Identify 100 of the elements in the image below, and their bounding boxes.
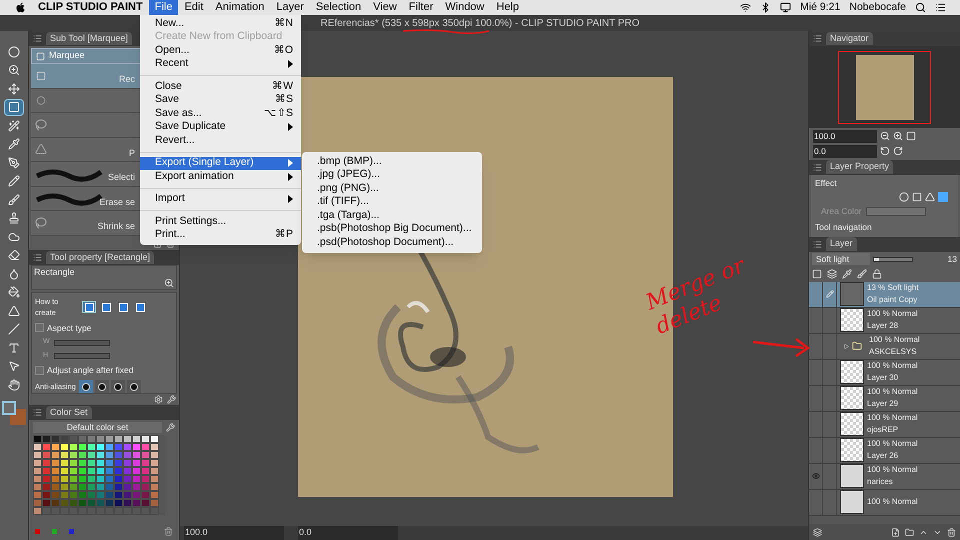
- anti-aliasing-button[interactable]: [95, 380, 109, 393]
- layer-row[interactable]: 100 % Normal Layer 26: [809, 438, 960, 464]
- menu-entry[interactable]: Save ⌘S: [140, 94, 301, 107]
- menu-entry[interactable]: New... ⌘N: [140, 17, 301, 30]
- panel-tab[interactable]: Sub Tool [Marquee]: [46, 32, 132, 46]
- layers-icon[interactable]: [827, 269, 837, 279]
- pencil-icon[interactable]: [826, 290, 834, 298]
- opacity-value[interactable]: 13: [948, 252, 957, 266]
- layer-color-icon[interactable]: [938, 192, 948, 202]
- app-name[interactable]: CLIP STUDIO PAINT: [38, 0, 143, 16]
- tool-button[interactable]: [4, 98, 24, 116]
- zoom-in-icon[interactable]: [893, 131, 903, 142]
- panel-tab[interactable]: Tool property [Rectangle]: [46, 250, 154, 264]
- threshold-effect-icon[interactable]: [925, 192, 935, 202]
- settings-icon[interactable]: [154, 395, 163, 404]
- panel-tab[interactable]: Layer Property: [826, 160, 894, 174]
- bluetooth-icon[interactable]: [760, 2, 772, 13]
- color-swatch-icon[interactable]: [52, 529, 57, 534]
- reference-icon[interactable]: [842, 269, 852, 279]
- menu-entry[interactable]: .bmp (BMP)...: [302, 155, 482, 168]
- draft-icon[interactable]: [857, 269, 867, 279]
- fit-icon[interactable]: [906, 131, 916, 142]
- search-icon[interactable]: [915, 2, 926, 13]
- layer-row[interactable]: 100 % Normal: [809, 490, 960, 516]
- layer-row[interactable]: 100 % Normal Layer 29: [809, 386, 960, 412]
- rotate-left-icon[interactable]: [880, 146, 890, 156]
- panel-tab[interactable]: Color Set: [46, 406, 92, 420]
- menu-item[interactable]: View: [367, 0, 403, 15]
- apple-icon[interactable]: [15, 2, 26, 13]
- checkbox[interactable]: [35, 323, 44, 332]
- layer-row[interactable]: 100 % Normal ASKCELSYS: [809, 334, 960, 360]
- menu-entry[interactable]: .tif (TIFF)...: [302, 196, 482, 209]
- border-effect-icon[interactable]: [899, 192, 909, 202]
- rotate-right-icon[interactable]: [893, 146, 903, 156]
- create-mode-button[interactable]: [99, 301, 113, 314]
- wrench-icon[interactable]: [167, 395, 176, 404]
- menu-item[interactable]: Layer: [270, 0, 310, 15]
- eye-icon[interactable]: [812, 472, 820, 480]
- menu-item[interactable]: Selection: [310, 0, 368, 15]
- create-mode-button[interactable]: [82, 301, 96, 314]
- menu-entry[interactable]: .jpg (JPEG)...: [302, 168, 482, 182]
- user-name[interactable]: Nobebocafe: [849, 0, 906, 16]
- color-swatch-icon[interactable]: [69, 529, 74, 534]
- zoom-icon[interactable]: [164, 278, 174, 288]
- rotation-field[interactable]: 0.0: [813, 144, 877, 158]
- color-swatch-grid[interactable]: [33, 435, 165, 515]
- anti-aliasing-button[interactable]: [111, 380, 125, 393]
- menu-item[interactable]: Edit: [178, 0, 210, 15]
- color-swatch-icon[interactable]: [35, 529, 40, 534]
- color-icon[interactable]: [812, 269, 822, 279]
- menu-item[interactable]: File: [148, 0, 178, 15]
- color-swatch-drawing[interactable]: [2, 400, 26, 426]
- menu-entry[interactable]: .psb(Photoshop Big Document)...: [302, 222, 482, 236]
- panel-menu-icon[interactable]: [33, 408, 42, 417]
- rotation-field[interactable]: 0.0: [298, 526, 398, 540]
- zoom-out-icon[interactable]: [880, 131, 890, 142]
- height-field[interactable]: [54, 353, 110, 359]
- panel-menu-icon[interactable]: [33, 253, 42, 262]
- menu-entry[interactable]: Export (Single Layer): [140, 156, 301, 170]
- menu-icon[interactable]: [935, 2, 946, 13]
- create-mode-button[interactable]: [116, 301, 130, 314]
- panel-menu-icon[interactable]: [813, 162, 822, 172]
- layer-row[interactable]: 100 % Normal Layer 28: [809, 308, 960, 334]
- panel-tab[interactable]: Layer: [826, 237, 857, 251]
- panel-tab[interactable]: Navigator: [826, 32, 873, 46]
- opacity-slider[interactable]: [873, 256, 913, 262]
- clock[interactable]: Mié 9:21: [800, 0, 840, 16]
- color-set-dropdown[interactable]: Default color set: [33, 422, 162, 433]
- create-mode-button[interactable]: [133, 301, 147, 314]
- menu-item[interactable]: Animation: [209, 0, 270, 15]
- zoom-field[interactable]: 100.0: [813, 130, 877, 143]
- menu-entry[interactable]: .tga (Targa)...: [302, 209, 482, 222]
- menu-entry[interactable]: .psd(Photoshop Document)...: [302, 236, 482, 250]
- menu-entry[interactable]: .png (PNG)...: [302, 182, 482, 196]
- width-field[interactable]: [54, 340, 110, 346]
- navigator-preview[interactable]: [809, 46, 960, 128]
- layer-row[interactable]: 100 % Normal narices: [809, 464, 960, 490]
- layers-icon[interactable]: [813, 528, 822, 536]
- panel-menu-icon[interactable]: [813, 34, 822, 43]
- new-layer-icon[interactable]: [891, 528, 900, 536]
- menu-entry[interactable]: Save Duplicate: [140, 120, 301, 134]
- new-folder-icon[interactable]: [905, 528, 914, 536]
- anti-aliasing-button[interactable]: [127, 380, 141, 393]
- area-color-field[interactable]: [866, 207, 926, 216]
- anti-aliasing-button[interactable]: [79, 380, 93, 393]
- expand-icon[interactable]: [844, 344, 849, 348]
- lock-icon[interactable]: [872, 269, 882, 279]
- panel-menu-icon[interactable]: [813, 240, 822, 248]
- tone-effect-icon[interactable]: [912, 192, 922, 202]
- layer-row[interactable]: 100 % Normal Layer 30: [809, 360, 960, 386]
- layer-row[interactable]: 100 % Normal ojosREP: [809, 412, 960, 438]
- menu-item[interactable]: Filter: [402, 0, 440, 15]
- menu-item[interactable]: Window: [439, 0, 490, 15]
- trash-icon[interactable]: [164, 527, 173, 536]
- wrench-icon[interactable]: [166, 423, 175, 432]
- panel-menu-icon[interactable]: [33, 34, 42, 43]
- zoom-field[interactable]: 100.0: [184, 526, 284, 540]
- menu-entry[interactable]: Save as... ⌥⇧S: [140, 107, 301, 120]
- blend-mode-dropdown[interactable]: Soft light: [812, 252, 870, 266]
- display-icon[interactable]: [780, 2, 792, 13]
